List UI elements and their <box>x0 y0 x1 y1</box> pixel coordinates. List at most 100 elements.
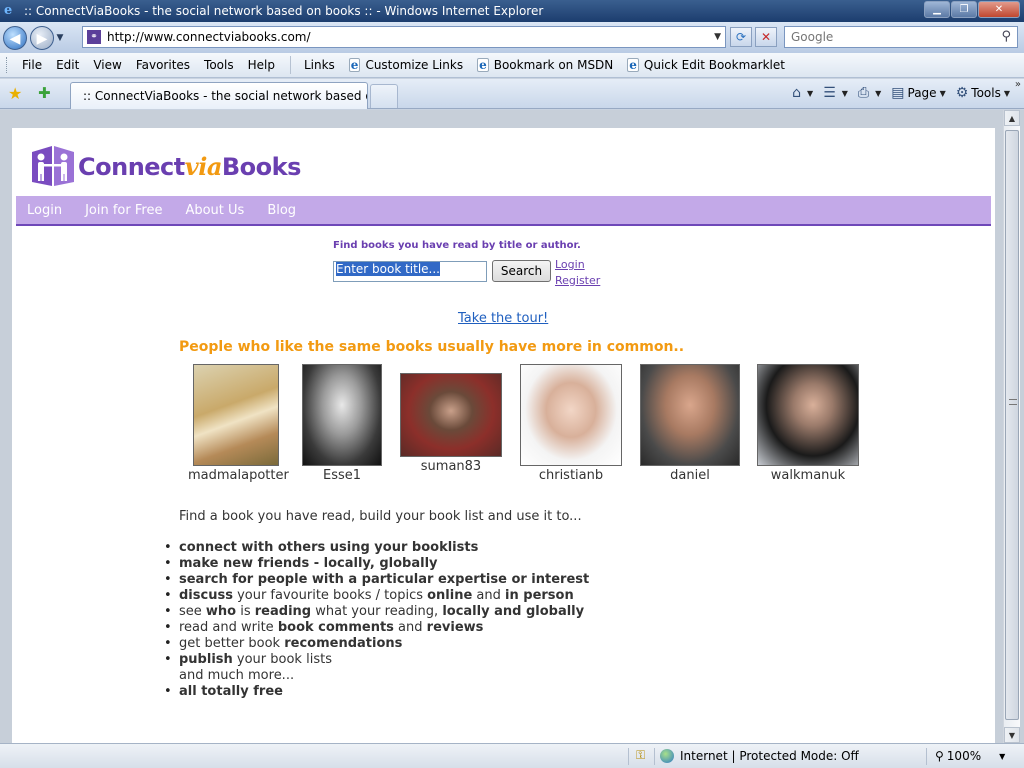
menu-help[interactable]: Help <box>241 58 282 72</box>
back-button[interactable]: ◀ <box>3 25 27 50</box>
command-bar: ⌂ ▼ ☰ ▼ ⎙ ▼ ▤ Page ▼ ⚙ Tools ▼ <box>788 83 1014 103</box>
menu-tools[interactable]: Tools <box>197 58 241 72</box>
minimize-button[interactable]: ▁ <box>924 1 950 18</box>
list-item: get better book recomendations <box>164 636 589 652</box>
list-item: discuss your favourite books / topics on… <box>164 588 589 604</box>
home-icon: ⌂ <box>792 85 802 101</box>
take-the-tour-link[interactable]: Take the tour! <box>458 311 548 326</box>
address-field[interactable]: ⚭ http://www.connectviabooks.com/ ▼ <box>82 26 726 48</box>
close-button[interactable]: ✕ <box>978 1 1020 18</box>
page-menu-button[interactable]: ▤ Page ▼ <box>887 83 949 103</box>
window-titlebar: e :: ConnectViaBooks - the social networ… <box>0 0 1024 22</box>
links-label: Links <box>303 58 335 72</box>
member-name[interactable]: christianb <box>520 468 622 483</box>
tab-connectviabooks[interactable]: :: ConnectViaBooks - the social network … <box>70 82 368 109</box>
home-button[interactable]: ⌂ ▼ <box>788 83 817 103</box>
feature-text: and much more... <box>179 668 295 683</box>
print-button[interactable]: ⎙ ▼ <box>854 83 885 103</box>
register-link[interactable]: Register <box>555 273 600 289</box>
feature-text: is <box>236 604 255 619</box>
book-title-input[interactable]: Enter book title... <box>333 261 487 282</box>
logo-connect: Connect <box>78 152 185 181</box>
security-zone[interactable]: Internet | Protected Mode: Off <box>660 749 859 763</box>
toolbar-overflow-icon[interactable]: » <box>1015 79 1021 90</box>
forward-button[interactable]: ▶ <box>30 25 54 50</box>
site-logo[interactable]: ConnectviaBooks <box>30 144 301 188</box>
feature-text: reading <box>254 604 312 619</box>
link-customize-links[interactable]: e Customize Links <box>342 58 470 72</box>
page-menu-label: Page <box>907 86 937 100</box>
history-dropdown-icon[interactable]: ▼ <box>54 33 66 43</box>
logo-wordmark: ConnectviaBooks <box>78 152 301 181</box>
toolbar-grip[interactable] <box>6 57 9 73</box>
favorites-star-icon[interactable]: ★ <box>8 84 22 103</box>
magnifier-icon: ⚲ <box>935 749 944 763</box>
member-card[interactable]: suman83 <box>400 373 502 474</box>
zoom-control[interactable]: ⚲ 100% ▼ <box>935 749 1005 763</box>
nav-about-us[interactable]: About Us <box>185 203 244 218</box>
link-label: Customize Links <box>365 58 464 72</box>
list-item: make new friends - locally, globally <box>164 556 589 572</box>
member-photo[interactable] <box>640 364 740 466</box>
feature-text: connect with others using your booklists <box>179 540 479 555</box>
feeds-button[interactable]: ☰ ▼ <box>819 83 852 103</box>
security-report-icon[interactable]: ⚿ <box>636 748 645 763</box>
status-divider <box>926 748 927 765</box>
member-name[interactable]: walkmanuk <box>757 468 859 483</box>
nav-blog[interactable]: Blog <box>267 203 296 218</box>
member-name[interactable]: suman83 <box>400 459 502 474</box>
member-card[interactable]: Esse1 <box>302 364 382 483</box>
member-name[interactable]: daniel <box>640 468 740 483</box>
member-card[interactable]: madmalapotter <box>188 364 289 483</box>
ie-logo-icon: e <box>4 3 13 18</box>
member-photo[interactable] <box>757 364 859 466</box>
chevron-down-icon: ▼ <box>1003 88 1010 98</box>
menu-view[interactable]: View <box>86 58 128 72</box>
address-url[interactable]: http://www.connectviabooks.com/ <box>107 30 311 44</box>
stop-button[interactable]: ✕ <box>755 27 777 47</box>
scroll-up-icon[interactable]: ▲ <box>1004 110 1020 126</box>
member-photo[interactable] <box>193 364 279 466</box>
feature-text: make new friends - locally, globally <box>179 556 438 571</box>
link-quick-edit-bookmarklet[interactable]: e Quick Edit Bookmarklet <box>620 58 792 72</box>
member-card[interactable]: daniel <box>640 364 740 483</box>
search-icon[interactable]: ⚲ <box>1001 29 1011 44</box>
menu-file[interactable]: File <box>15 58 49 72</box>
nav-join-for-free[interactable]: Join for Free <box>85 203 162 218</box>
member-card[interactable]: walkmanuk <box>757 364 859 483</box>
tab-title: :: ConnectViaBooks - the social network … <box>83 89 368 103</box>
member-photo[interactable] <box>302 364 382 466</box>
intro-text: Find a book you have read, build your bo… <box>179 509 582 524</box>
nav-login[interactable]: Login <box>27 203 62 218</box>
menu-edit[interactable]: Edit <box>49 58 86 72</box>
member-card[interactable]: christianb <box>520 364 622 483</box>
globe-icon <box>660 749 674 763</box>
member-name[interactable]: madmalapotter <box>188 468 289 483</box>
feature-text: locally and globally <box>442 604 585 619</box>
refresh-button[interactable]: ⟳ <box>730 27 752 47</box>
menu-favorites[interactable]: Favorites <box>129 58 197 72</box>
vertical-scrollbar[interactable]: ▲ ▼ <box>1003 110 1020 743</box>
member-photo[interactable] <box>520 364 622 466</box>
search-input[interactable] <box>791 30 981 44</box>
scroll-down-icon[interactable]: ▼ <box>1004 727 1020 743</box>
link-bookmark-msdn[interactable]: e Bookmark on MSDN <box>470 58 620 72</box>
scroll-thumb[interactable] <box>1005 130 1019 720</box>
zone-label: Internet | Protected Mode: Off <box>680 749 859 763</box>
feature-text: discuss <box>179 588 233 603</box>
gear-icon: ⚙ <box>955 85 969 101</box>
thumb-grip-icon <box>1009 399 1017 405</box>
member-name[interactable]: Esse1 <box>302 468 382 483</box>
member-photo[interactable] <box>400 373 502 457</box>
search-button[interactable]: Search <box>492 260 551 282</box>
login-link[interactable]: Login <box>555 257 600 273</box>
tools-menu-button[interactable]: ⚙ Tools ▼ <box>952 83 1014 103</box>
feature-text: search for people with a particular expe… <box>179 572 590 587</box>
ie-page-icon: e <box>627 58 639 72</box>
feature-text: and <box>472 588 506 603</box>
new-tab-button[interactable] <box>370 84 398 108</box>
people-books-logo-icon <box>32 146 74 186</box>
add-favorite-icon[interactable]: ✚ <box>38 84 51 102</box>
address-dropdown-icon[interactable]: ▼ <box>714 32 721 42</box>
maximize-button[interactable]: ❐ <box>951 1 977 18</box>
